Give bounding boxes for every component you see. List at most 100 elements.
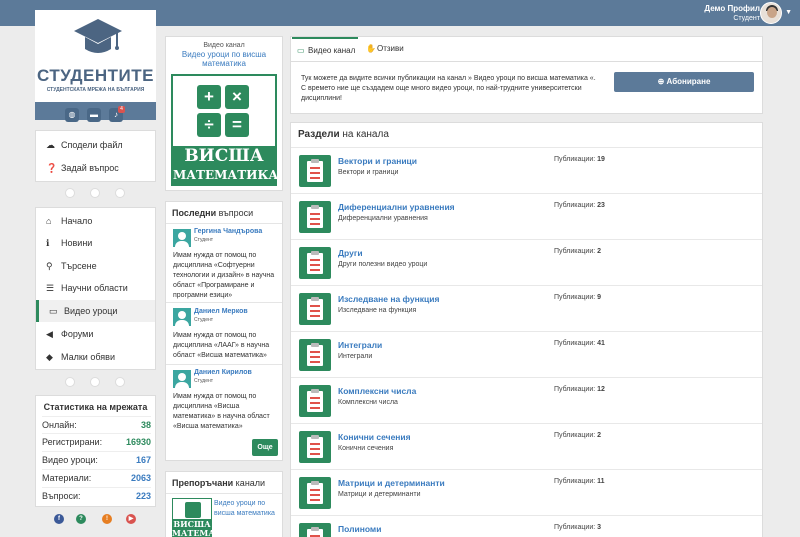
nav-item-label: Научни области	[61, 283, 128, 293]
plus-icon: ⊕	[657, 77, 667, 86]
channel-name-link[interactable]: Видео уроци по висша математика	[170, 50, 278, 68]
section-description: Конични сечения	[338, 445, 394, 452]
nav-item-search[interactable]: ⚲ Търсене	[36, 255, 155, 277]
nav-item-fields[interactable]: ☰ Научни области	[36, 277, 155, 299]
section-count: Публикации: 9	[554, 294, 602, 301]
nav-item-forums[interactable]: ◀ Форуми	[36, 323, 155, 345]
clipboard-icon[interactable]	[299, 201, 331, 233]
home-icon: ⌂	[46, 216, 52, 226]
section-row[interactable]: Полиноми Публикации: 3	[291, 515, 762, 537]
nav-item-label: Търсене	[61, 261, 97, 271]
ask-question-button[interactable]: ❓ Задай въпрос	[36, 157, 155, 179]
stat-row: Регистрирани: 16930	[42, 433, 151, 450]
stat-row: Видео уроци: 167	[42, 451, 151, 468]
section-row[interactable]: Изследване на функция Изследване на функц…	[291, 285, 762, 331]
facebook-icon[interactable]: f	[54, 514, 64, 524]
profile-name[interactable]: Демо Профил	[704, 4, 760, 14]
question-author[interactable]: Гергина Чандърова	[194, 228, 262, 235]
main-navigation: ⌂ Начало ℹ Новини ⚲ Търсене ☰ Научни обл…	[35, 207, 156, 370]
more-questions-button[interactable]: Още	[252, 439, 278, 456]
recommended-channel-image[interactable]: ВИСША МАТЕМАТИКА	[172, 498, 243, 537]
recommended-channel-link[interactable]: Видео уроци по висша математика	[214, 499, 280, 519]
question-text[interactable]: Имам нужда от помощ по дисциплина «Висша…	[173, 392, 279, 432]
stat-label: Въпроси:	[42, 491, 81, 501]
profile-menu[interactable]: Демо Профил Студент	[704, 4, 760, 24]
section-row[interactable]: Матрици и детерминанти Матрици и детермин…	[291, 469, 762, 515]
share-file-button[interactable]: ☁ Сподели файл	[36, 134, 155, 156]
chat-icon[interactable]: ▬	[87, 108, 101, 122]
divider-dot	[115, 188, 125, 198]
section-name-link[interactable]: Комплексни числа	[338, 386, 416, 396]
section-name-link[interactable]: Интеграли	[338, 340, 382, 350]
globe-icon[interactable]: ◍	[65, 108, 79, 122]
clipboard-icon[interactable]	[299, 523, 331, 537]
stat-label: Материали:	[42, 473, 92, 483]
youtube-icon[interactable]: ▶	[126, 514, 136, 524]
avatar[interactable]	[173, 370, 191, 388]
divider-dot	[65, 188, 75, 198]
avatar[interactable]	[760, 2, 782, 24]
avatar[interactable]	[173, 229, 191, 247]
question-text[interactable]: Имам нужда от помощ по дисциплина «ЛААГ»…	[173, 331, 279, 361]
site-logo[interactable]: СТУДЕНТИТЕ СТУДЕНТСКАТА МРЕЖА НА БЪЛГАРИ…	[35, 10, 156, 102]
section-name-link[interactable]: Изследване на функция	[338, 294, 439, 304]
section-name-link[interactable]: Други	[338, 248, 363, 258]
section-row[interactable]: Конични сечения Конични сечения Публикации…	[291, 423, 762, 469]
cloud-upload-icon: ☁	[46, 140, 55, 150]
question-author[interactable]: Даниел Мерков	[194, 308, 248, 315]
nav-item-classifieds[interactable]: ◆ Малки обяви	[36, 346, 155, 368]
section-description: Матрици и детерминанти	[338, 491, 421, 498]
channel-image[interactable]: + × ÷ = ВИСША МАТЕМАТИКА	[171, 74, 279, 186]
section-count: Публикации: 12	[554, 386, 605, 393]
clipboard-icon[interactable]	[299, 155, 331, 187]
section-name-link[interactable]: Конични сечения	[338, 432, 411, 442]
help-icon[interactable]: ?	[76, 514, 86, 524]
question-author[interactable]: Даниел Кирилов	[194, 369, 252, 376]
nav-item-news[interactable]: ℹ Новини	[36, 232, 155, 254]
section-row[interactable]: Други Други полезни видео уроци Публикации…	[291, 239, 762, 285]
clipboard-icon[interactable]	[299, 431, 331, 463]
tab-reviews[interactable]: ✋ Отзиви	[361, 37, 409, 61]
question-author-role: Студент	[194, 317, 214, 323]
divider-dot	[115, 377, 125, 387]
clipboard-icon[interactable]	[299, 477, 331, 509]
section-count: Публикации: 19	[554, 156, 605, 163]
section-name-link[interactable]: Вектори и граници	[338, 156, 417, 166]
tab-video-channel[interactable]: ▭ Видео канал	[292, 37, 358, 61]
subscribe-label: Абониране	[666, 77, 711, 86]
recommended-image-word: ВИСША МАТЕМАТИКА	[172, 519, 243, 537]
info-circle-icon[interactable]: !	[102, 514, 112, 524]
clipboard-icon[interactable]	[299, 293, 331, 325]
section-row[interactable]: Комплексни числа Комплексни числа Публикац…	[291, 377, 762, 423]
section-name-link[interactable]: Матрици и детерминанти	[338, 478, 445, 488]
clipboard-icon[interactable]	[299, 385, 331, 417]
channel-kicker: Видео канал	[203, 42, 245, 49]
tab-label: Отзиви	[377, 44, 404, 53]
monitor-icon: ▭	[49, 306, 58, 316]
section-name-link[interactable]: Полиноми	[338, 524, 381, 534]
avatar[interactable]	[173, 308, 191, 326]
section-row[interactable]: Вектори и граници Вектори и граници Публик…	[291, 147, 762, 193]
stat-value: 223	[135, 491, 151, 501]
clipboard-icon[interactable]	[299, 339, 331, 371]
stat-label: Онлайн:	[42, 420, 77, 430]
question-author-role: Студент	[194, 237, 214, 243]
logo-panel: СТУДЕНТИТЕ СТУДЕНТСКАТА МРЕЖА НА БЪЛГАРИ…	[35, 10, 156, 122]
section-name-link[interactable]: Диференциални уравнения	[338, 202, 455, 212]
channel-image-word: МАТЕМАТИКА	[173, 168, 279, 182]
section-row[interactable]: Интеграли Интеграли Публикации: 41	[291, 331, 762, 377]
sections-title: Раздели на канала	[298, 129, 389, 140]
question-text[interactable]: Имам нужда от помощ по дисциплина «Софту…	[173, 251, 279, 301]
chevron-down-icon[interactable]: ▼	[785, 9, 792, 16]
section-description: Комплексни числа	[338, 399, 398, 406]
nav-item-video-lessons[interactable]: ▭ Видео уроци	[36, 300, 155, 322]
nav-item-label: Малки обяви	[61, 352, 115, 362]
clipboard-icon[interactable]	[299, 247, 331, 279]
nav-item-home[interactable]: ⌂ Начало	[36, 210, 155, 232]
subscribe-button[interactable]: ⊕ Абониране	[614, 72, 754, 92]
channel-header: ▭ Видео канал ✋ Отзиви Тук можете да вид…	[290, 36, 763, 114]
section-description: Изследване на функция	[338, 307, 417, 314]
divider-dot	[90, 188, 100, 198]
stat-label: Видео уроци:	[42, 455, 98, 465]
section-row[interactable]: Диференциални уравнения Диференциални ура…	[291, 193, 762, 239]
